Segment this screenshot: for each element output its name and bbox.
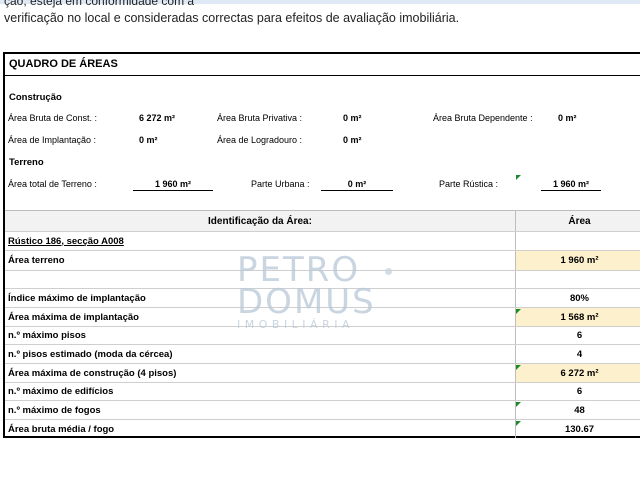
intro-text: verificação no local e consideradas corr… (4, 11, 460, 25)
area-logradouro-value: 0 m² (343, 135, 362, 145)
parte-rustica-value: 1 960 m² (541, 179, 601, 191)
area-bruta-const-label: Área Bruta de Const. : (8, 113, 98, 123)
row-label: n.º máximo pisos (8, 330, 86, 341)
row-value: 6 272 m² (515, 364, 640, 382)
table-row: Área bruta média / fogo 130.67 (5, 420, 640, 438)
table-row: n.º pisos estimado (moda da cércea) 4 (5, 345, 640, 364)
areas-sheet: QUADRO DE ÁREAS Construção Área Bruta de… (3, 52, 640, 438)
table-header: Identificação da Área: Área (5, 210, 640, 232)
area-bruta-privativa-value: 0 m² (343, 113, 362, 123)
parte-urbana-label: Parte Urbana : (251, 179, 310, 189)
construcao-label: Construção (9, 92, 62, 103)
row-label: n.º máximo de fogos (8, 404, 101, 416)
row-label: Área máxima de implantação (8, 311, 139, 323)
cell-marker-icon (516, 402, 521, 407)
area-implantacao-value: 0 m² (139, 135, 158, 145)
area-logradouro-label: Área de Logradouro : (217, 135, 303, 145)
table-row: Área máxima de construção (4 pisos) 6 27… (5, 364, 640, 383)
row-label: Índice máximo de implantação (8, 292, 146, 304)
row-value: 1 960 m² (515, 251, 640, 270)
parte-rustica-label: Parte Rústica : (439, 179, 499, 189)
table-row: Rústico 186, secção A008 (5, 232, 640, 251)
area-total-terreno-value: 1 960 m² (133, 179, 213, 191)
area-bruta-const-value: 6 272 m² (139, 113, 176, 123)
sheet-title: QUADRO DE ÁREAS (5, 54, 640, 76)
parte-urbana-value: 0 m² (321, 179, 393, 191)
row-label: Área bruta média / fogo (8, 423, 115, 435)
table-row: n.º máximo de edifícios 6 (5, 383, 640, 401)
area-bruta-dependente-label: Área Bruta Dependente : (433, 113, 533, 123)
row-value: 6 (515, 383, 640, 400)
cell-marker-icon (516, 309, 521, 314)
row-value: 1 568 m² (515, 308, 640, 326)
row-label: Rústico 186, secção A008 (8, 235, 124, 247)
row-label (5, 271, 515, 288)
table-row: n.º máximo de fogos 48 (5, 401, 640, 420)
row-value (515, 232, 640, 250)
row-value: 6 (515, 327, 640, 344)
area-implantacao-label: Área de Implantação : (8, 135, 97, 145)
row-label: Área terreno (8, 255, 65, 266)
cell-marker-icon (516, 365, 521, 370)
area-bruta-privativa-label: Área Bruta Privativa : (217, 113, 303, 123)
row-value: 80% (515, 289, 640, 307)
row-value: 48 (515, 401, 640, 419)
table-row: Área máxima de implantação 1 568 m² (5, 308, 640, 327)
row-value: 130.67 (515, 420, 640, 438)
table-row: n.º máximo pisos 6 (5, 327, 640, 345)
cell-marker-icon (516, 175, 521, 180)
row-label: Área máxima de construção (4 pisos) (8, 367, 177, 379)
terreno-label: Terreno (9, 157, 44, 168)
col-identificacao-header: Identificação da Área: (5, 211, 515, 231)
row-label: n.º pisos estimado (moda da cércea) (8, 348, 173, 360)
intro-text-cut: ção, esteja em conformidade com a (4, 0, 195, 8)
table-row-empty (5, 271, 640, 289)
row-value: 4 (515, 345, 640, 363)
cell-marker-icon (516, 421, 521, 426)
area-total-terreno-label: Área total de Terreno : (8, 179, 97, 189)
row-label: n.º máximo de edifícios (8, 386, 114, 397)
area-bruta-dependente-value: 0 m² (558, 113, 577, 123)
row-value (515, 271, 640, 288)
table-row: Índice máximo de implantação 80% (5, 289, 640, 308)
table-row: Área terreno 1 960 m² (5, 251, 640, 271)
col-area-header: Área (515, 211, 640, 231)
